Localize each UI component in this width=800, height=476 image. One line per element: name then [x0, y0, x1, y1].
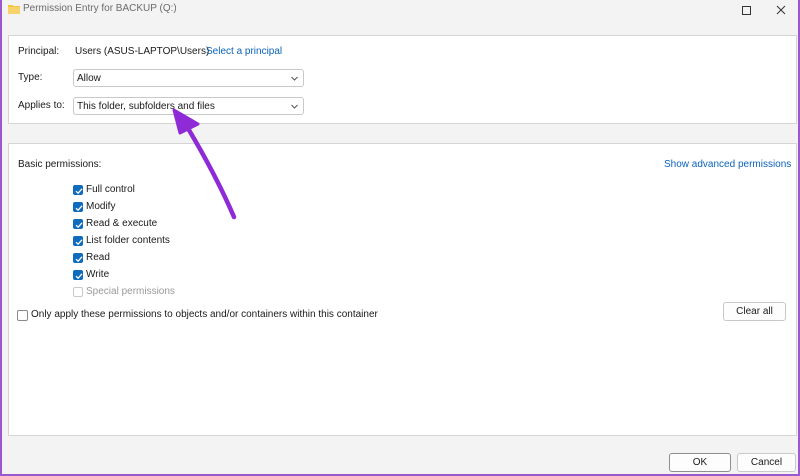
- permission-checkbox[interactable]: [73, 219, 83, 229]
- permission-label: Read: [86, 252, 110, 263]
- maximize-button[interactable]: [731, 0, 761, 20]
- ok-label: OK: [692, 457, 708, 468]
- type-dropdown[interactable]: Allow: [73, 69, 304, 87]
- maximize-icon: [741, 5, 751, 15]
- permission-entry-window: Permission Entry for BACKUP (Q:) Princip…: [0, 0, 800, 476]
- checkmark-icon: [75, 256, 83, 263]
- cancel-button[interactable]: Cancel: [737, 453, 796, 472]
- permissions-panel: Basic permissions: Show advanced permiss…: [8, 143, 797, 436]
- folder-icon: [8, 5, 20, 14]
- title-bar: Permission Entry for BACKUP (Q:): [2, 0, 798, 20]
- chevron-down-icon: [291, 76, 298, 81]
- permission-label: Full control: [86, 184, 135, 195]
- basic-permissions-label: Basic permissions:: [18, 159, 102, 170]
- clear-all-button[interactable]: Clear all: [723, 302, 786, 321]
- ok-button[interactable]: OK: [669, 453, 731, 472]
- permission-checkbox[interactable]: [73, 185, 83, 195]
- permission-label: Modify: [86, 201, 116, 212]
- checkmark-icon: [75, 205, 83, 212]
- cancel-label: Cancel: [750, 457, 783, 468]
- apply-only-label: Only apply these permissions to objects …: [31, 309, 378, 320]
- permission-label: Write: [86, 269, 110, 280]
- permission-label: Special permissions: [86, 286, 175, 297]
- permission-label: Read & execute: [86, 218, 158, 229]
- permission-checkbox[interactable]: [73, 236, 83, 246]
- type-dropdown-value: Allow: [77, 73, 101, 84]
- close-icon: [776, 5, 786, 15]
- permission-checkbox[interactable]: [73, 202, 83, 212]
- clear-all-label: Clear all: [736, 306, 773, 317]
- permission-label: List folder contents: [86, 235, 170, 246]
- applies-to-label: Applies to:: [18, 100, 65, 111]
- applies-to-dropdown[interactable]: This folder, subfolders and files: [73, 97, 304, 115]
- chevron-down-icon: [291, 104, 298, 109]
- show-advanced-permissions-link[interactable]: Show advanced permissions: [664, 159, 791, 170]
- apply-only-checkbox[interactable]: [17, 310, 28, 321]
- applies-to-dropdown-value: This folder, subfolders and files: [77, 101, 215, 112]
- type-label: Type:: [18, 72, 43, 83]
- principal-panel: Principal: Users (ASUS-LAPTOP\Users) Sel…: [8, 35, 797, 124]
- permission-checkbox[interactable]: [73, 253, 83, 263]
- checkmark-icon: [75, 188, 83, 195]
- window-title: Permission Entry for BACKUP (Q:): [23, 3, 177, 14]
- select-principal-link[interactable]: Select a principal: [206, 46, 282, 57]
- permission-checkbox[interactable]: [73, 270, 83, 280]
- principal-label: Principal:: [18, 46, 60, 57]
- checkmark-icon: [75, 273, 83, 280]
- principal-value: Users (ASUS-LAPTOP\Users): [75, 46, 210, 57]
- permission-checkbox: [73, 287, 83, 297]
- close-button[interactable]: [766, 0, 796, 20]
- checkmark-icon: [75, 222, 83, 229]
- checkmark-icon: [75, 239, 83, 246]
